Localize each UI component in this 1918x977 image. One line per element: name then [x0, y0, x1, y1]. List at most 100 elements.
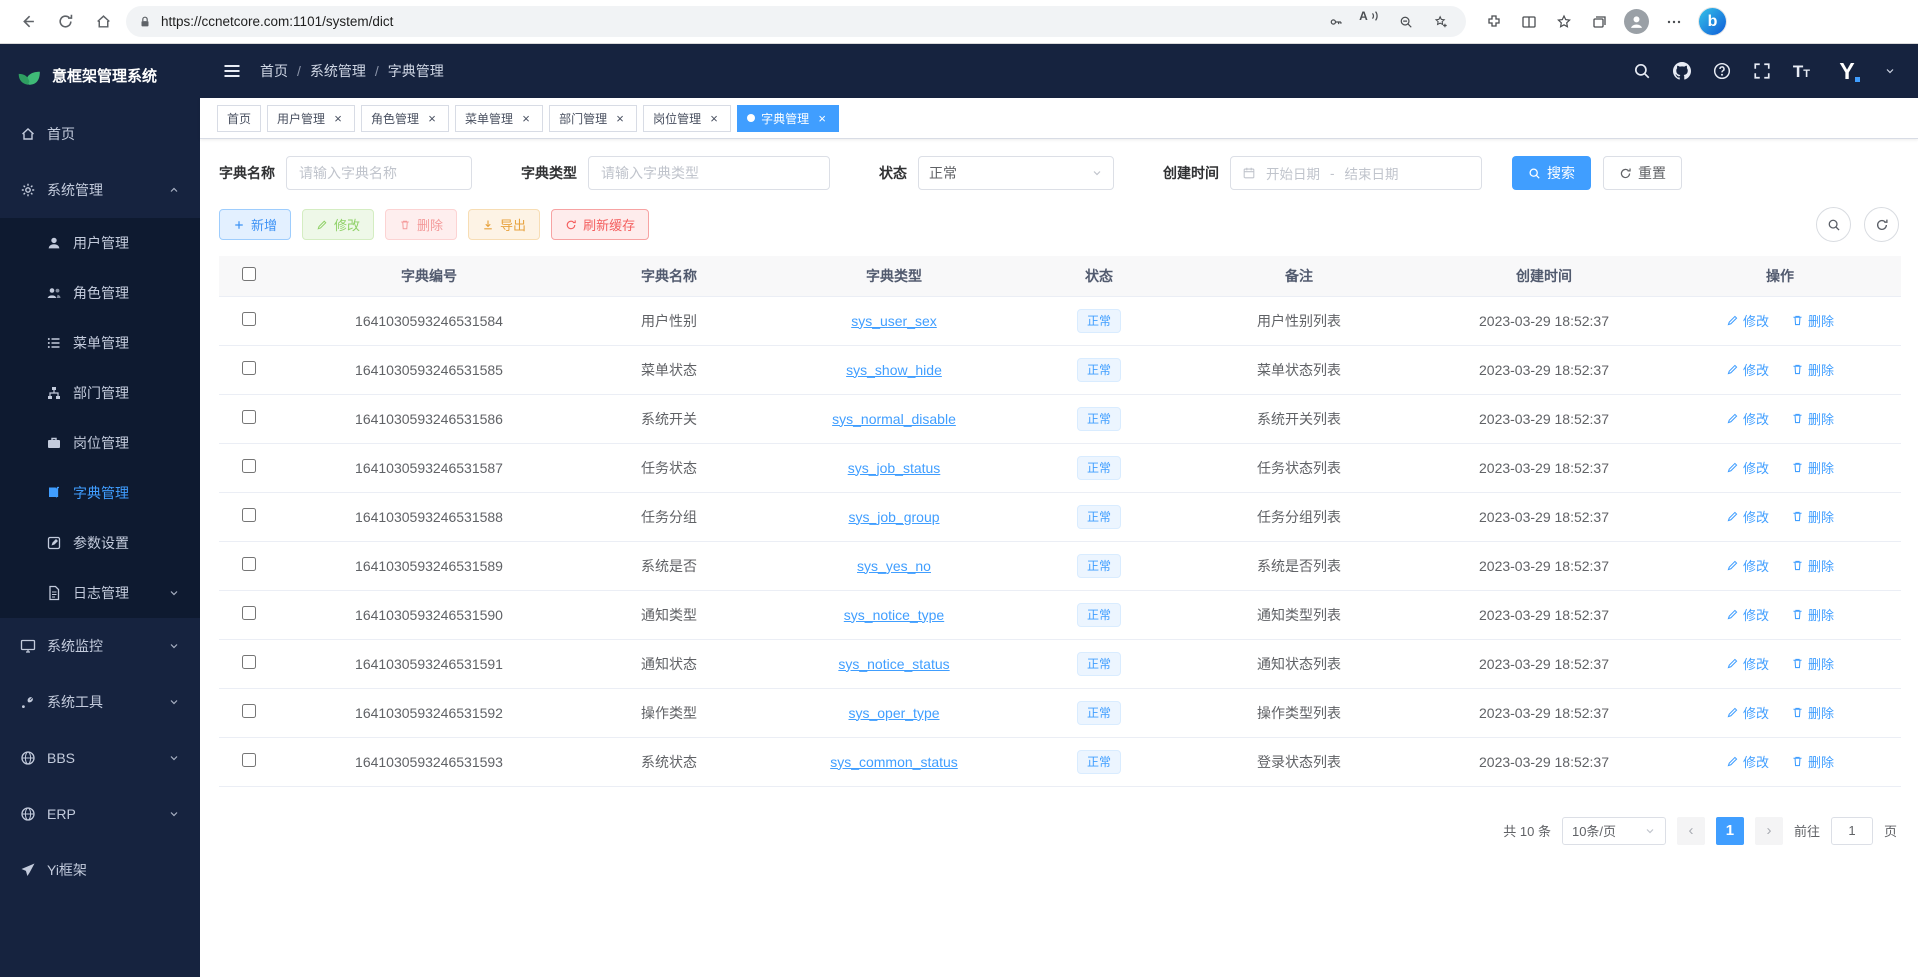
tab-role-mgmt[interactable]: 角色管理× [361, 105, 449, 132]
dict-type-input[interactable] [588, 156, 830, 190]
extensions-button[interactable] [1484, 12, 1504, 32]
sidebar-item-home[interactable]: 首页 [0, 106, 200, 162]
user-avatar[interactable]: Y [1831, 55, 1863, 87]
sidebar-item-param-settings[interactable]: 参数设置 [0, 518, 200, 568]
hamburger-icon[interactable] [222, 61, 242, 81]
tab-menu-mgmt[interactable]: 菜单管理× [455, 105, 543, 132]
row-checkbox[interactable] [242, 508, 256, 522]
row-checkbox[interactable] [242, 361, 256, 375]
delete-button[interactable]: 删除 [385, 209, 457, 240]
github-button[interactable] [1673, 62, 1692, 81]
refresh-table-button[interactable] [1864, 207, 1899, 242]
browser-menu-button[interactable] [1664, 12, 1684, 32]
sidebar-item-system-mgmt[interactable]: 系统管理 [0, 162, 200, 218]
dict-type-link[interactable]: sys_job_status [848, 460, 941, 476]
sidebar-item-role-mgmt[interactable]: 角色管理 [0, 268, 200, 318]
edit-button[interactable]: 修改 [302, 209, 374, 240]
collections-button[interactable] [1589, 12, 1609, 32]
row-checkbox[interactable] [242, 753, 256, 767]
sidebar-item-post-mgmt[interactable]: 岗位管理 [0, 418, 200, 468]
close-icon[interactable]: × [613, 111, 627, 125]
help-button[interactable] [1713, 62, 1732, 81]
next-page-button[interactable]: › [1755, 817, 1783, 845]
sidebar-item-dept-mgmt[interactable]: 部门管理 [0, 368, 200, 418]
row-edit-link[interactable]: 修改 [1726, 311, 1769, 330]
sidebar-item-system-monitor[interactable]: 系统监控 [0, 618, 200, 674]
row-delete-link[interactable]: 删除 [1791, 703, 1834, 722]
current-page[interactable]: 1 [1716, 817, 1744, 845]
goto-page-input[interactable] [1831, 817, 1873, 845]
row-edit-link[interactable]: 修改 [1726, 360, 1769, 379]
select-all-checkbox[interactable] [242, 267, 256, 281]
fullscreen-button[interactable] [1753, 62, 1772, 81]
sidebar-item-user-mgmt[interactable]: 用户管理 [0, 218, 200, 268]
row-edit-link[interactable]: 修改 [1726, 507, 1769, 526]
date-range-picker[interactable]: 开始日期 - 结束日期 [1230, 156, 1482, 190]
refresh-cache-button[interactable]: 刷新缓存 [551, 209, 649, 240]
close-icon[interactable]: × [707, 111, 721, 125]
row-delete-link[interactable]: 删除 [1791, 311, 1834, 330]
home-button[interactable] [88, 7, 118, 37]
row-checkbox[interactable] [242, 312, 256, 326]
sidebar-item-erp[interactable]: ERP [0, 786, 200, 842]
password-key-button[interactable] [1323, 9, 1349, 35]
font-size-button[interactable]: T T [1793, 63, 1810, 80]
reset-button[interactable]: 重置 [1603, 156, 1682, 190]
dict-type-link[interactable]: sys_yes_no [857, 558, 931, 574]
search-button[interactable]: 搜索 [1512, 156, 1591, 190]
url-text[interactable]: https://ccnetcore.com:1101/system/dict [161, 14, 1314, 29]
dict-type-link[interactable]: sys_common_status [830, 754, 958, 770]
row-checkbox[interactable] [242, 459, 256, 473]
row-delete-link[interactable]: 删除 [1791, 556, 1834, 575]
row-checkbox[interactable] [242, 410, 256, 424]
sidebar-item-menu-mgmt[interactable]: 菜单管理 [0, 318, 200, 368]
sidebar-item-system-tools[interactable]: 系统工具 [0, 674, 200, 730]
dict-type-link[interactable]: sys_oper_type [848, 705, 939, 721]
status-select[interactable]: 正常 [918, 156, 1114, 190]
back-button[interactable] [12, 7, 42, 37]
dict-type-link[interactable]: sys_show_hide [846, 362, 942, 378]
sidebar-item-bbs[interactable]: BBS [0, 730, 200, 786]
dict-type-link[interactable]: sys_job_group [848, 509, 939, 525]
tab-dept-mgmt[interactable]: 部门管理× [549, 105, 637, 132]
tab-user-mgmt[interactable]: 用户管理× [267, 105, 355, 132]
toggle-search-button[interactable] [1816, 207, 1851, 242]
row-delete-link[interactable]: 删除 [1791, 507, 1834, 526]
favorites-bar-button[interactable] [1554, 12, 1574, 32]
read-aloud-button[interactable]: A [1358, 9, 1384, 35]
zoom-out-button[interactable] [1393, 9, 1419, 35]
row-edit-link[interactable]: 修改 [1726, 654, 1769, 673]
sidebar-item-log-mgmt[interactable]: 日志管理 [0, 568, 200, 618]
sidebar-item-yi-framework[interactable]: Yi框架 [0, 842, 200, 898]
dict-type-link[interactable]: sys_notice_type [844, 607, 944, 623]
sidebar-item-dict-mgmt[interactable]: 字典管理 [0, 468, 200, 518]
tab-home[interactable]: 首页 [217, 105, 261, 132]
add-favorite-button[interactable] [1428, 9, 1454, 35]
split-screen-button[interactable] [1519, 12, 1539, 32]
row-delete-link[interactable]: 删除 [1791, 409, 1834, 428]
row-edit-link[interactable]: 修改 [1726, 556, 1769, 575]
close-icon[interactable]: × [425, 111, 439, 125]
row-delete-link[interactable]: 删除 [1791, 605, 1834, 624]
row-checkbox[interactable] [242, 704, 256, 718]
row-checkbox[interactable] [242, 655, 256, 669]
breadcrumb-home[interactable]: 首页 [260, 61, 288, 81]
dict-name-input[interactable] [286, 156, 472, 190]
bing-chat-button[interactable]: b [1699, 8, 1726, 35]
row-checkbox[interactable] [242, 606, 256, 620]
dict-type-link[interactable]: sys_user_sex [851, 313, 937, 329]
row-delete-link[interactable]: 删除 [1791, 360, 1834, 379]
row-delete-link[interactable]: 删除 [1791, 654, 1834, 673]
refresh-button[interactable] [50, 7, 80, 37]
close-icon[interactable]: × [331, 111, 345, 125]
tab-post-mgmt[interactable]: 岗位管理× [643, 105, 731, 132]
breadcrumb-system[interactable]: 系统管理 [310, 61, 366, 81]
dict-type-link[interactable]: sys_normal_disable [832, 411, 956, 427]
page-size-select[interactable]: 10条/页 [1562, 817, 1666, 845]
profile-avatar[interactable] [1624, 9, 1649, 34]
row-edit-link[interactable]: 修改 [1726, 458, 1769, 477]
row-delete-link[interactable]: 删除 [1791, 458, 1834, 477]
dict-type-link[interactable]: sys_notice_status [838, 656, 949, 672]
row-edit-link[interactable]: 修改 [1726, 703, 1769, 722]
header-search-button[interactable] [1633, 62, 1652, 81]
